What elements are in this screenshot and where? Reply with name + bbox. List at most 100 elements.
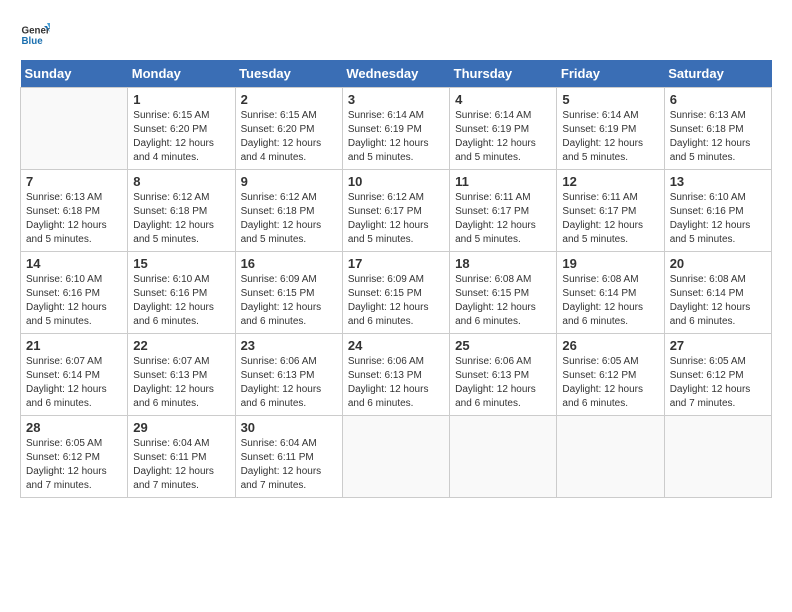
svg-text:Blue: Blue <box>22 36 44 47</box>
calendar-cell: 18 Sunrise: 6:08 AMSunset: 6:15 PMDayligh… <box>450 252 557 334</box>
day-number: 24 <box>348 338 444 353</box>
day-number: 13 <box>670 174 766 189</box>
day-info: Sunrise: 6:04 AMSunset: 6:11 PMDaylight:… <box>133 437 229 493</box>
calendar-cell: 11 Sunrise: 6:11 AMSunset: 6:17 PMDayligh… <box>450 170 557 252</box>
calendar-cell: 4 Sunrise: 6:14 AMSunset: 6:19 PMDaylight… <box>450 88 557 170</box>
day-info: Sunrise: 6:13 AMSunset: 6:18 PMDaylight:… <box>26 191 122 247</box>
calendar-cell <box>664 416 771 498</box>
calendar-cell: 12 Sunrise: 6:11 AMSunset: 6:17 PMDayligh… <box>557 170 664 252</box>
logo: General Blue <box>20 20 50 50</box>
calendar-cell <box>21 88 128 170</box>
column-header-thursday: Thursday <box>450 60 557 88</box>
calendar-cell: 27 Sunrise: 6:05 AMSunset: 6:12 PMDayligh… <box>664 334 771 416</box>
calendar-cell: 24 Sunrise: 6:06 AMSunset: 6:13 PMDayligh… <box>342 334 449 416</box>
day-info: Sunrise: 6:15 AMSunset: 6:20 PMDaylight:… <box>133 109 229 165</box>
day-number: 1 <box>133 92 229 107</box>
day-number: 15 <box>133 256 229 271</box>
column-header-wednesday: Wednesday <box>342 60 449 88</box>
day-info: Sunrise: 6:12 AMSunset: 6:18 PMDaylight:… <box>133 191 229 247</box>
calendar-table: SundayMondayTuesdayWednesdayThursdayFrid… <box>20 60 772 498</box>
calendar-cell: 23Sunrise: 6:06 AMSunset: 6:13 PMDayligh… <box>235 334 342 416</box>
day-number: 23 <box>241 338 337 353</box>
day-number: 17 <box>348 256 444 271</box>
day-number: 8 <box>133 174 229 189</box>
calendar-cell: 28 Sunrise: 6:05 AMSunset: 6:12 PMDayligh… <box>21 416 128 498</box>
day-number: 7 <box>26 174 122 189</box>
calendar-week-row: 14 Sunrise: 6:10 AMSunset: 6:16 PMDayligh… <box>21 252 772 334</box>
day-info: Sunrise: 6:15 AMSunset: 6:20 PMDaylight:… <box>241 109 337 165</box>
calendar-cell: 7 Sunrise: 6:13 AMSunset: 6:18 PMDaylight… <box>21 170 128 252</box>
calendar-cell: 30 Sunrise: 6:04 AMSunset: 6:11 PMDayligh… <box>235 416 342 498</box>
day-number: 27 <box>670 338 766 353</box>
calendar-cell: 3 Sunrise: 6:14 AMSunset: 6:19 PMDaylight… <box>342 88 449 170</box>
day-number: 29 <box>133 420 229 435</box>
day-number: 20 <box>670 256 766 271</box>
day-info: Sunrise: 6:08 AMSunset: 6:15 PMDaylight:… <box>455 273 551 329</box>
calendar-cell: 17 Sunrise: 6:09 AMSunset: 6:15 PMDayligh… <box>342 252 449 334</box>
day-number: 11 <box>455 174 551 189</box>
day-number: 28 <box>26 420 122 435</box>
calendar-cell: 22Sunrise: 6:07 AMSunset: 6:13 PMDayligh… <box>128 334 235 416</box>
calendar-cell <box>342 416 449 498</box>
day-number: 12 <box>562 174 658 189</box>
day-info: Sunrise: 6:08 AMSunset: 6:14 PMDaylight:… <box>670 273 766 329</box>
day-number: 19 <box>562 256 658 271</box>
day-number: 2 <box>241 92 337 107</box>
column-header-saturday: Saturday <box>664 60 771 88</box>
calendar-header-row: SundayMondayTuesdayWednesdayThursdayFrid… <box>21 60 772 88</box>
day-info: Sunrise: 6:10 AMSunset: 6:16 PMDaylight:… <box>670 191 766 247</box>
day-info: Sunrise: 6:11 AMSunset: 6:17 PMDaylight:… <box>562 191 658 247</box>
calendar-cell: 16 Sunrise: 6:09 AMSunset: 6:15 PMDayligh… <box>235 252 342 334</box>
day-info: Sunrise: 6:09 AMSunset: 6:15 PMDaylight:… <box>348 273 444 329</box>
calendar-cell: 13 Sunrise: 6:10 AMSunset: 6:16 PMDayligh… <box>664 170 771 252</box>
logo-icon: General Blue <box>20 20 50 50</box>
calendar-cell: 29 Sunrise: 6:04 AMSunset: 6:11 PMDayligh… <box>128 416 235 498</box>
calendar-cell: 6 Sunrise: 6:13 AMSunset: 6:18 PMDaylight… <box>664 88 771 170</box>
day-number: 10 <box>348 174 444 189</box>
day-number: 18 <box>455 256 551 271</box>
calendar-cell: 15Sunrise: 6:10 AMSunset: 6:16 PMDayligh… <box>128 252 235 334</box>
day-number: 5 <box>562 92 658 107</box>
day-info: Sunrise: 6:10 AMSunset: 6:16 PMDaylight:… <box>26 273 122 329</box>
calendar-week-row: 7 Sunrise: 6:13 AMSunset: 6:18 PMDaylight… <box>21 170 772 252</box>
day-info: Sunrise: 6:14 AMSunset: 6:19 PMDaylight:… <box>562 109 658 165</box>
page-header: General Blue <box>20 20 772 50</box>
day-info: Sunrise: 6:04 AMSunset: 6:11 PMDaylight:… <box>241 437 337 493</box>
day-info: Sunrise: 6:12 AMSunset: 6:18 PMDaylight:… <box>241 191 337 247</box>
calendar-cell: 21 Sunrise: 6:07 AMSunset: 6:14 PMDayligh… <box>21 334 128 416</box>
calendar-cell: 19 Sunrise: 6:08 AMSunset: 6:14 PMDayligh… <box>557 252 664 334</box>
calendar-cell: 9Sunrise: 6:12 AMSunset: 6:18 PMDaylight… <box>235 170 342 252</box>
day-number: 25 <box>455 338 551 353</box>
column-header-friday: Friday <box>557 60 664 88</box>
day-number: 3 <box>348 92 444 107</box>
day-number: 16 <box>241 256 337 271</box>
day-info: Sunrise: 6:14 AMSunset: 6:19 PMDaylight:… <box>348 109 444 165</box>
day-number: 14 <box>26 256 122 271</box>
calendar-week-row: 1 Sunrise: 6:15 AMSunset: 6:20 PMDaylight… <box>21 88 772 170</box>
day-info: Sunrise: 6:08 AMSunset: 6:14 PMDaylight:… <box>562 273 658 329</box>
calendar-cell: 1 Sunrise: 6:15 AMSunset: 6:20 PMDaylight… <box>128 88 235 170</box>
day-number: 22 <box>133 338 229 353</box>
column-header-tuesday: Tuesday <box>235 60 342 88</box>
day-info: Sunrise: 6:05 AMSunset: 6:12 PMDaylight:… <box>670 355 766 411</box>
calendar-week-row: 21 Sunrise: 6:07 AMSunset: 6:14 PMDayligh… <box>21 334 772 416</box>
day-info: Sunrise: 6:05 AMSunset: 6:12 PMDaylight:… <box>26 437 122 493</box>
calendar-cell <box>450 416 557 498</box>
day-info: Sunrise: 6:11 AMSunset: 6:17 PMDaylight:… <box>455 191 551 247</box>
day-info: Sunrise: 6:07 AMSunset: 6:14 PMDaylight:… <box>26 355 122 411</box>
day-number: 6 <box>670 92 766 107</box>
calendar-cell: 20 Sunrise: 6:08 AMSunset: 6:14 PMDayligh… <box>664 252 771 334</box>
day-info: Sunrise: 6:06 AMSunset: 6:13 PMDaylight:… <box>348 355 444 411</box>
calendar-cell: 5 Sunrise: 6:14 AMSunset: 6:19 PMDaylight… <box>557 88 664 170</box>
calendar-cell: 25 Sunrise: 6:06 AMSunset: 6:13 PMDayligh… <box>450 334 557 416</box>
day-number: 21 <box>26 338 122 353</box>
day-info: Sunrise: 6:14 AMSunset: 6:19 PMDaylight:… <box>455 109 551 165</box>
day-info: Sunrise: 6:09 AMSunset: 6:15 PMDaylight:… <box>241 273 337 329</box>
calendar-cell: 14 Sunrise: 6:10 AMSunset: 6:16 PMDayligh… <box>21 252 128 334</box>
day-info: Sunrise: 6:06 AMSunset: 6:13 PMDaylight:… <box>455 355 551 411</box>
calendar-cell <box>557 416 664 498</box>
day-info: Sunrise: 6:13 AMSunset: 6:18 PMDaylight:… <box>670 109 766 165</box>
day-number: 30 <box>241 420 337 435</box>
day-info: Sunrise: 6:05 AMSunset: 6:12 PMDaylight:… <box>562 355 658 411</box>
day-number: 4 <box>455 92 551 107</box>
